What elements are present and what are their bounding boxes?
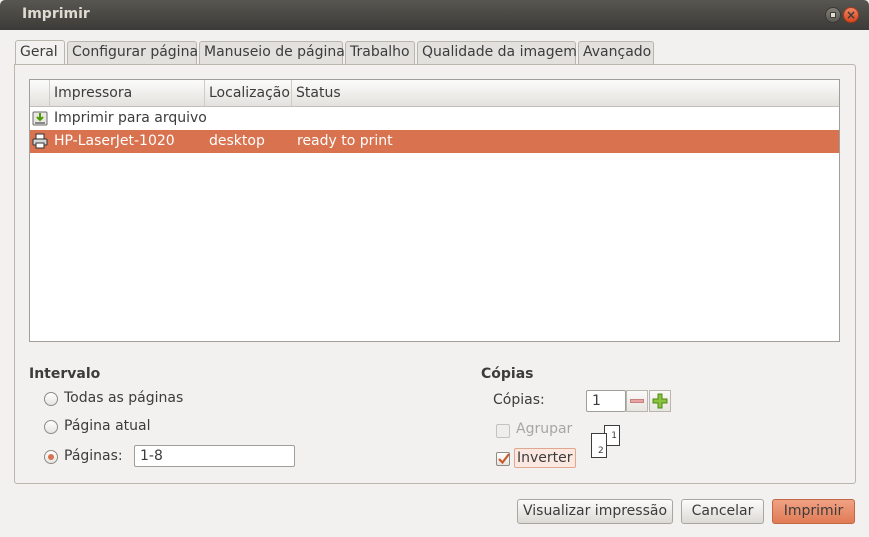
printer-row-hp-laserjet[interactable]: HP-LaserJet-1020 desktop ready to print <box>30 130 839 153</box>
plus-icon <box>652 393 668 409</box>
checkmark-icon <box>498 453 510 465</box>
maximize-button[interactable] <box>825 7 841 23</box>
pages-radio[interactable] <box>44 450 58 464</box>
save-to-file-icon <box>32 111 48 126</box>
tab-geral[interactable]: Geral <box>15 40 65 65</box>
reverse-checkbox[interactable] <box>496 452 510 466</box>
collate-checkbox[interactable] <box>496 424 510 438</box>
printer-list[interactable]: Impressora Localização Status Imprimir p… <box>29 79 840 342</box>
tab-avancado[interactable]: Avançado <box>578 41 654 65</box>
printer-location: desktop <box>209 133 265 149</box>
tab-configurar-pagina[interactable]: Configurar página <box>67 41 198 65</box>
copies-section-title: Cópias <box>481 366 534 382</box>
pages-range-input[interactable]: 1-8 <box>134 445 295 467</box>
tab-trabalho[interactable]: Trabalho <box>345 41 415 65</box>
range-section-title: Intervalo <box>29 366 101 382</box>
printer-icon <box>32 133 48 149</box>
copies-increment-button[interactable] <box>649 390 671 412</box>
printer-name: Imprimir para arquivo <box>54 110 207 126</box>
title-bar[interactable]: Imprimir × <box>0 0 869 30</box>
reverse-label[interactable]: Inverter <box>514 448 576 468</box>
all-pages-label[interactable]: Todas as páginas <box>64 390 183 406</box>
collate-label: Agrupar <box>516 421 573 437</box>
column-header-icon <box>30 80 50 106</box>
tab-qualidade-da-imagem[interactable]: Qualidade da imagem <box>417 41 577 65</box>
copies-decrement-button[interactable] <box>626 390 648 412</box>
pages-label[interactable]: Páginas: <box>64 448 123 464</box>
page-number-front: 1 <box>611 431 617 441</box>
printer-name: HP-LaserJet-1020 <box>54 133 175 149</box>
column-header-status[interactable]: Status <box>292 80 839 106</box>
tab-manuseio-de-pagina[interactable]: Manuseio de página <box>199 41 345 65</box>
printer-list-header: Impressora Localização Status <box>30 80 839 107</box>
page-order-preview-icon: 1 2 <box>590 424 622 460</box>
copies-input[interactable]: 1 <box>586 390 626 412</box>
print-button[interactable]: Imprimir <box>772 499 855 524</box>
print-preview-button[interactable]: Visualizar impressão <box>517 499 673 524</box>
current-page-label[interactable]: Página atual <box>64 418 150 434</box>
print-dialog: Imprimir × Geral Configurar página Manus… <box>0 0 869 537</box>
close-icon: × <box>845 8 857 22</box>
column-header-location[interactable]: Localização <box>205 80 292 106</box>
all-pages-radio[interactable] <box>44 392 58 406</box>
copies-label: Cópias: <box>493 392 545 408</box>
printer-row-file[interactable]: Imprimir para arquivo <box>30 107 839 130</box>
window-title: Imprimir <box>22 6 90 22</box>
column-header-printer[interactable]: Impressora <box>50 80 205 106</box>
printer-status: ready to print <box>297 133 393 149</box>
current-page-radio[interactable] <box>44 420 58 434</box>
close-button[interactable]: × <box>843 7 859 23</box>
page-number-back: 2 <box>598 446 604 456</box>
minus-icon <box>630 399 644 403</box>
cancel-button[interactable]: Cancelar <box>681 499 764 524</box>
